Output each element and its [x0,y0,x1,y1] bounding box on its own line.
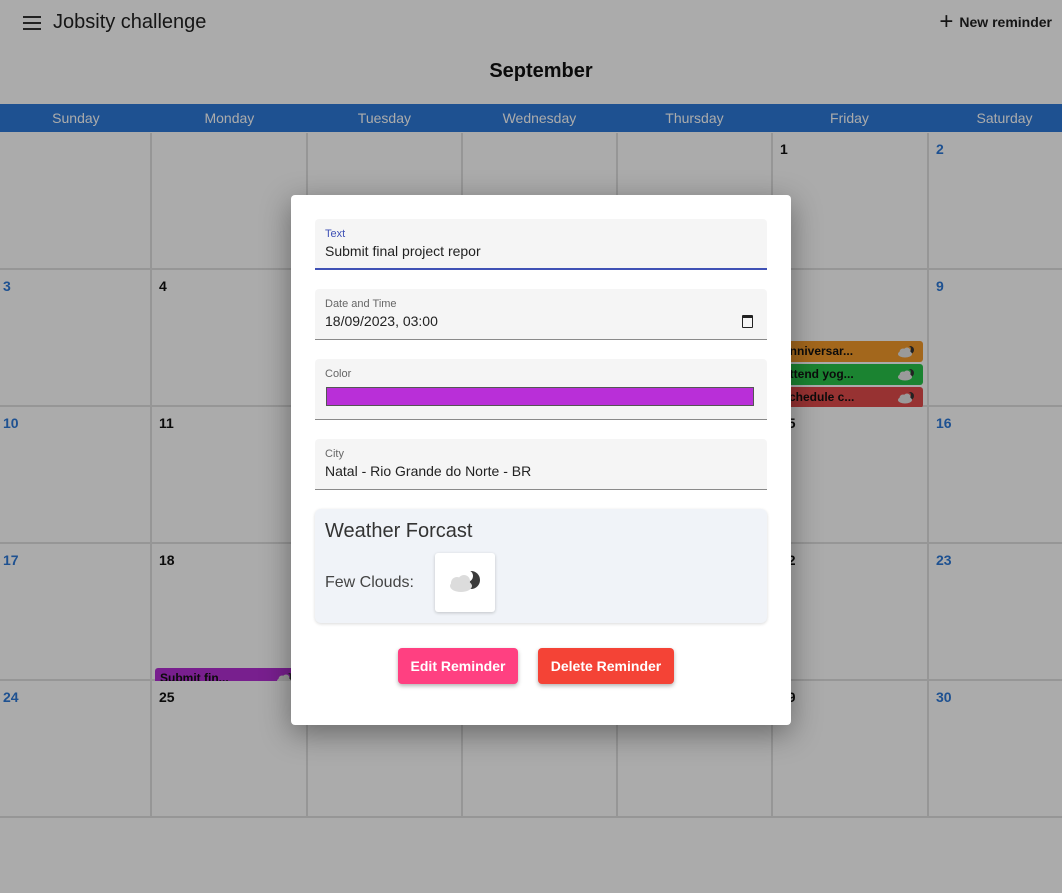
color-field[interactable]: Color [315,359,767,420]
weather-title: Weather Forcast [325,520,473,542]
color-swatch[interactable] [326,387,754,406]
city-field[interactable]: City Natal - Rio Grande do Norte - BR [315,439,767,490]
weather-description: Few Clouds: [325,574,414,591]
datetime-field-value[interactable]: 18/09/2023, 03:00 [325,313,438,329]
edit-reminder-button[interactable]: Edit Reminder [398,648,518,684]
datetime-field[interactable]: Date and Time 18/09/2023, 03:00 [315,289,767,340]
calendar-icon[interactable] [742,315,753,328]
weather-forecast-panel: Weather Forcast Few Clouds: [315,509,767,623]
color-field-label: Color [325,368,352,380]
delete-reminder-button[interactable]: Delete Reminder [538,648,674,684]
text-field-label: Text [325,228,346,240]
city-field-value[interactable]: Natal - Rio Grande do Norte - BR [325,463,531,479]
text-field[interactable]: Text Submit final project repor [315,219,767,270]
city-field-label: City [325,448,344,460]
text-field-value[interactable]: Submit final project repor [325,243,481,259]
few-clouds-night-icon [435,553,495,612]
reminder-dialog: Text Submit final project repor Date and… [291,195,791,725]
datetime-field-label: Date and Time [325,298,397,310]
